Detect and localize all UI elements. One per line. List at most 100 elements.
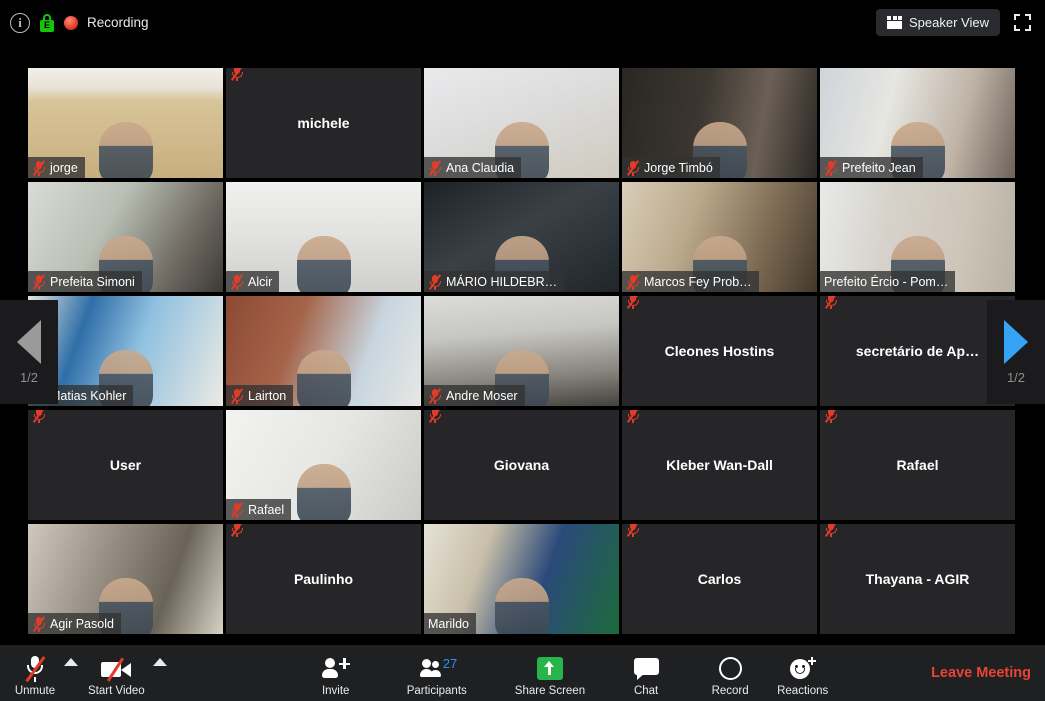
audio-options-chevron-up-icon[interactable] xyxy=(64,658,78,666)
participant-name-label: Kleber Wan-Dall xyxy=(666,457,773,473)
participant-tile[interactable]: michele xyxy=(226,68,421,178)
people-icon: 27 xyxy=(419,654,457,683)
microphone-muted-icon xyxy=(626,159,640,176)
share-screen-icon xyxy=(536,654,563,683)
participant-name-label: Rafael xyxy=(896,457,939,473)
participant-name-label: Paulinho xyxy=(293,571,354,587)
microphone-muted-icon xyxy=(824,410,838,423)
participant-tile[interactable]: Agir Pasold xyxy=(28,524,223,634)
participant-name-label: Carlos xyxy=(697,571,742,587)
recording-label: Recording xyxy=(87,15,149,30)
participant-tile[interactable]: secretário de Ap… xyxy=(820,296,1015,406)
participant-silhouette xyxy=(296,350,351,406)
microphone-muted-icon xyxy=(626,410,640,423)
participant-tile[interactable]: Cleones Hostins xyxy=(622,296,817,406)
participant-name-label: Marcos Fey Prob… xyxy=(644,274,752,289)
zoom-meeting-window: i E Recording Speaker View jorge michele A… xyxy=(0,0,1045,701)
participant-tile[interactable]: Rafael xyxy=(820,410,1015,520)
participant-name-label: Matias Kohler xyxy=(50,388,127,403)
participant-name-label: Alcir xyxy=(248,274,273,289)
participant-tile[interactable]: Marildo xyxy=(424,524,619,634)
participant-name-bar: Andre Moser xyxy=(424,385,525,406)
microphone-muted-icon xyxy=(230,387,244,404)
share-screen-button[interactable]: Share Screen xyxy=(509,645,591,701)
meeting-status-group: i E Recording xyxy=(0,12,149,33)
lock-body-letter: E xyxy=(40,19,54,32)
microphone-muted-icon xyxy=(428,410,442,423)
participant-tile[interactable]: Andre Moser xyxy=(424,296,619,406)
share-screen-label: Share Screen xyxy=(514,685,586,697)
participant-name-bar: Prefeito Jean xyxy=(820,157,923,178)
participant-tile[interactable]: Kleber Wan-Dall xyxy=(622,410,817,520)
gallery-layout-icon xyxy=(887,16,903,29)
microphone-muted-icon xyxy=(32,159,46,176)
participant-tile[interactable]: Prefeito Ércio - Pom… xyxy=(820,182,1015,292)
participant-tile[interactable]: Paulinho xyxy=(226,524,421,634)
participant-tile[interactable]: Prefeito Jean xyxy=(820,68,1015,178)
fullscreen-icon[interactable] xyxy=(1014,14,1031,31)
chat-button[interactable]: Chat xyxy=(619,645,673,701)
participant-tile[interactable]: Lairton xyxy=(226,296,421,406)
unmute-button[interactable]: Unmute xyxy=(8,645,62,701)
participant-name-bar: jorge xyxy=(28,157,85,178)
participant-name-bar: Prefeita Simoni xyxy=(28,271,142,292)
participant-tile[interactable]: MÁRIO HILDEBR… xyxy=(424,182,619,292)
participant-tile[interactable]: Marcos Fey Prob… xyxy=(622,182,817,292)
leave-meeting-button[interactable]: Leave Meeting xyxy=(931,665,1045,681)
microphone-muted-icon xyxy=(32,615,46,632)
video-options-chevron-up-icon[interactable] xyxy=(152,658,167,666)
participant-name-bar: Jorge Timbó xyxy=(622,157,720,178)
participant-name-label: jorge xyxy=(50,160,78,175)
microphone-muted-icon xyxy=(824,159,838,176)
participants-count-badge: 27 xyxy=(442,655,458,671)
participant-name-bar: Marcos Fey Prob… xyxy=(622,271,759,292)
info-icon[interactable]: i xyxy=(10,12,30,33)
record-button[interactable]: Record xyxy=(703,645,757,701)
record-label: Record xyxy=(711,685,749,697)
microphone-muted-icon xyxy=(824,524,838,537)
recording-dot-icon xyxy=(64,15,78,30)
participant-name-label: secretário de Ap… xyxy=(855,343,980,359)
participant-name-bar: Ana Claudia xyxy=(424,157,522,178)
record-circle-icon xyxy=(718,654,742,683)
previous-page-button[interactable]: 1/2 xyxy=(0,300,58,404)
participant-name-bar: MÁRIO HILDEBR… xyxy=(424,271,565,292)
participants-button[interactable]: 27 Participants xyxy=(401,645,473,701)
participant-tile[interactable]: Carlos xyxy=(622,524,817,634)
participant-tile[interactable]: jorge xyxy=(28,68,223,178)
encryption-lock-icon[interactable]: E xyxy=(39,13,55,32)
participant-silhouette xyxy=(494,578,549,634)
speaker-view-button[interactable]: Speaker View xyxy=(876,9,1000,36)
speaker-view-label: Speaker View xyxy=(909,15,989,30)
previous-page-arrow-icon xyxy=(17,319,41,364)
participant-name-label: Andre Moser xyxy=(446,388,518,403)
participant-name-label: Lairton xyxy=(248,388,287,403)
microphone-muted-icon xyxy=(626,273,640,290)
chat-bubble-icon xyxy=(633,654,659,683)
participant-name-label: Prefeita Simoni xyxy=(50,274,135,289)
meeting-toolbar: Unmute Start Video Invite 27 Participant… xyxy=(0,645,1045,701)
reactions-button[interactable]: Reactions xyxy=(771,645,834,701)
participant-tile[interactable]: Alcir xyxy=(226,182,421,292)
view-controls-group: Speaker View xyxy=(876,9,1045,36)
participant-name-label: Ana Claudia xyxy=(446,160,515,175)
participants-label: Participants xyxy=(406,685,467,697)
participant-tile[interactable]: Prefeita Simoni xyxy=(28,182,223,292)
participant-name-label: User xyxy=(109,457,142,473)
camera-off-icon xyxy=(101,654,132,683)
participant-tile[interactable]: Jorge Timbó xyxy=(622,68,817,178)
next-page-arrow-icon xyxy=(1004,319,1028,364)
invite-button[interactable]: Invite xyxy=(309,645,363,701)
participant-tile[interactable]: Ana Claudia xyxy=(424,68,619,178)
next-page-button[interactable]: 1/2 xyxy=(987,300,1045,404)
participant-name-bar: Marildo xyxy=(424,613,476,634)
meeting-top-bar: i E Recording Speaker View xyxy=(0,0,1045,45)
participant-tile[interactable]: Rafael xyxy=(226,410,421,520)
participant-tile[interactable]: User xyxy=(28,410,223,520)
microphone-muted-icon xyxy=(32,410,46,423)
microphone-muted-icon xyxy=(428,159,442,176)
participant-tile[interactable]: Thayana - AGIR xyxy=(820,524,1015,634)
start-video-button[interactable]: Start Video xyxy=(82,645,151,701)
participant-tile[interactable]: Giovana xyxy=(424,410,619,520)
microphone-muted-icon xyxy=(230,273,244,290)
